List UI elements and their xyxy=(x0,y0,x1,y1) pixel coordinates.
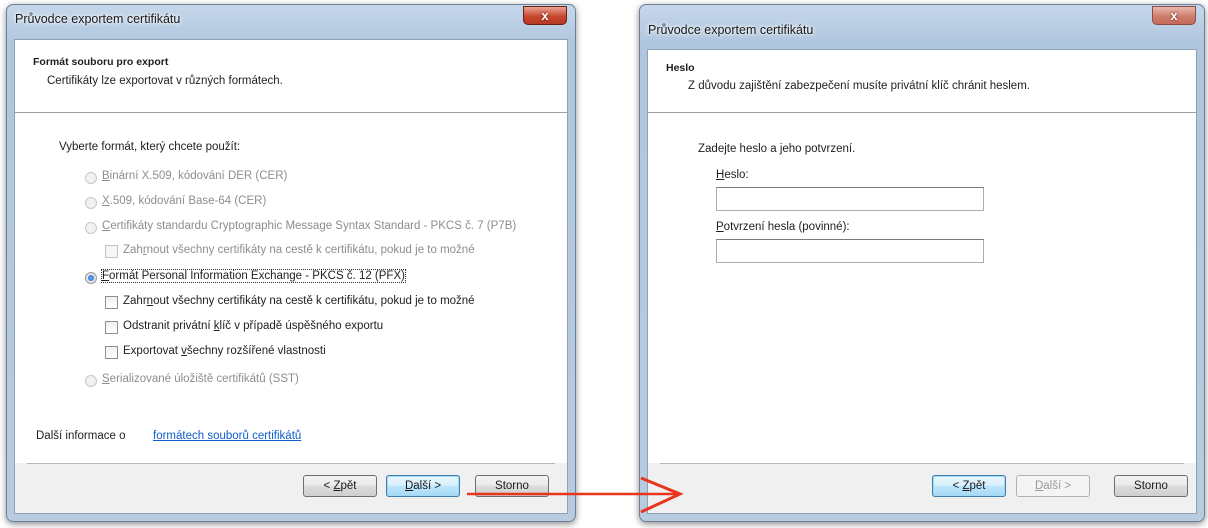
transition-arrow xyxy=(467,476,684,514)
